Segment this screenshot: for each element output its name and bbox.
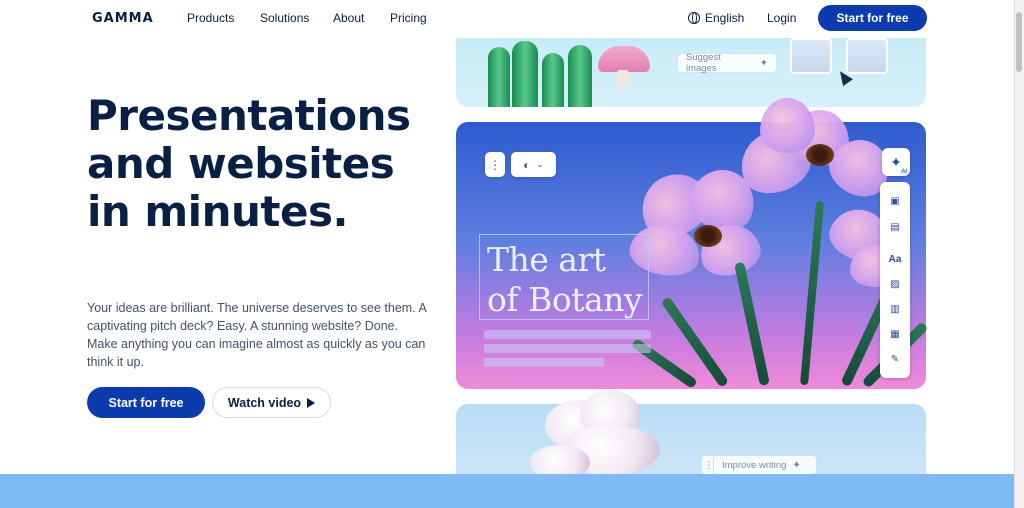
embed-icon[interactable]: ▦	[880, 329, 910, 340]
image-thumbnail[interactable]	[790, 38, 832, 74]
nav-pricing[interactable]: Pricing	[390, 11, 427, 25]
hero-headline: Presentations and websites in minutes.	[87, 91, 411, 236]
nav-products[interactable]: Products	[187, 11, 234, 25]
text-placeholder	[484, 344, 651, 353]
ai-assistant-button[interactable]: ✦ AI	[882, 148, 910, 176]
hero-start-free-button[interactable]: Start for free	[87, 387, 205, 418]
preview-card-bottom	[456, 404, 926, 484]
globe-icon	[688, 12, 700, 24]
image-icon[interactable]: ▨	[880, 279, 910, 290]
mushroom-stem	[617, 70, 629, 86]
side-toolbar: ▣ ▤ Aa ▨ ▥ ▦ ✎	[880, 182, 910, 378]
sparkle-icon: ✦	[792, 459, 801, 471]
nav-solutions[interactable]: Solutions	[260, 11, 309, 25]
sparkle-icon: ✦	[890, 153, 902, 170]
sparkle-icon: ✦	[759, 57, 768, 69]
scrollbar-thumb[interactable]	[1016, 12, 1022, 72]
hero-subtext: Your ideas are brilliant. The universe d…	[87, 301, 427, 369]
video-icon[interactable]: ▥	[880, 304, 910, 315]
scrollbar-track[interactable]	[1014, 0, 1024, 508]
cactus-decoration	[512, 41, 538, 107]
ai-badge: AI	[900, 169, 908, 175]
bottom-section-band	[0, 474, 1014, 508]
text-format-icon[interactable]: Aa	[880, 254, 910, 265]
text-placeholder	[484, 330, 651, 339]
nav-start-free-button[interactable]: Start for free	[818, 5, 927, 31]
image-thumbnail[interactable]	[846, 38, 888, 74]
top-nav: GAMMA Products Solutions About Pricing E…	[0, 0, 1014, 36]
theme-palette-button[interactable]: ◐ ⌄	[511, 152, 556, 177]
gamma-logo[interactable]: GAMMA	[92, 11, 154, 26]
mushroom-decoration	[598, 46, 650, 72]
more-vertical-icon[interactable]: ⋮	[485, 152, 505, 177]
edit-icon[interactable]: ✎	[880, 354, 910, 365]
blocks-icon[interactable]: ▣	[880, 196, 910, 207]
play-icon	[307, 397, 316, 408]
flower-center	[806, 144, 834, 166]
text-placeholder	[484, 358, 604, 367]
slide-title[interactable]: The art of Botany	[487, 240, 643, 320]
slide-title-line-2: of Botany	[487, 280, 643, 319]
flower-center	[694, 225, 722, 247]
language-selector[interactable]: English	[688, 11, 744, 25]
cactus-decoration	[568, 45, 592, 107]
cactus-decoration	[488, 47, 510, 107]
improve-writing-button[interactable]: Improve writing ✦	[713, 455, 817, 475]
watch-video-label: Watch video	[227, 395, 302, 410]
improve-writing-label: Improve writing	[722, 459, 787, 471]
suggest-images-button[interactable]: Suggest images ✦	[677, 52, 777, 74]
layout-icon[interactable]: ▤	[880, 222, 910, 233]
watch-video-button[interactable]: Watch video	[212, 387, 331, 418]
image-suggestions	[790, 38, 920, 88]
nav-about[interactable]: About	[333, 11, 364, 25]
login-link[interactable]: Login	[767, 11, 796, 25]
slide-title-line-1: The art	[487, 240, 606, 279]
cactus-decoration	[542, 53, 564, 107]
suggest-images-label: Suggest images	[686, 52, 721, 74]
chevron-down-icon: ⌄	[536, 159, 544, 169]
palette-icon: ◐	[523, 157, 531, 172]
language-label: English	[705, 11, 745, 25]
